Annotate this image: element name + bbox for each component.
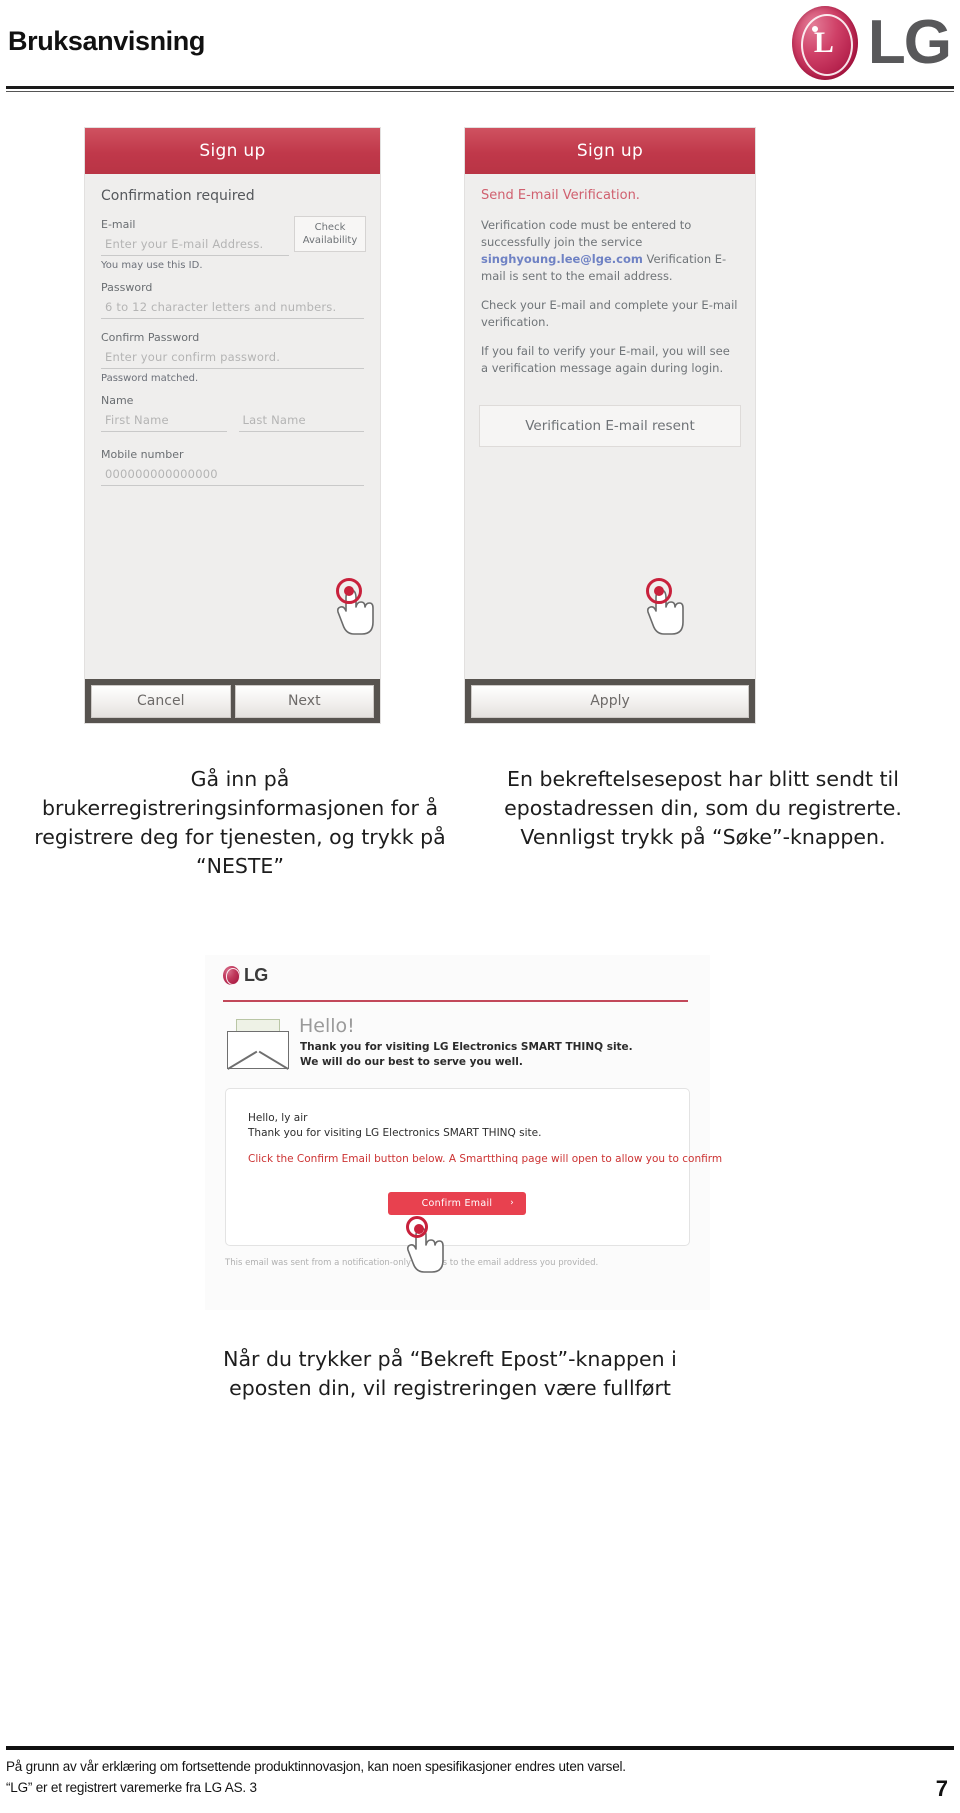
email-lg-logo: LG	[223, 965, 268, 986]
verification-title-bar: Sign up	[465, 128, 755, 174]
email-lg-wordmark: LG	[244, 965, 268, 985]
confirm-password-label: Confirm Password	[101, 331, 200, 344]
verification-screenshot: Sign up Send E-mail Verification. Verifi…	[465, 128, 755, 723]
lg-logo: L LG	[791, 6, 952, 80]
lg-emblem-icon: L	[791, 6, 858, 80]
verification-p1-part1: Verification code must be entered to suc…	[481, 218, 692, 249]
last-name-input[interactable]: Last Name	[238, 410, 364, 432]
verification-resent-button[interactable]: Verification E-mail resent	[479, 405, 741, 447]
password-match-hint: Password matched.	[101, 373, 199, 384]
caption-right: En bekreftelsesepost har blitt sendt til…	[504, 767, 902, 849]
email-footnote: This email was sent from a notification-…	[225, 1258, 599, 1268]
signup-form-body: Confirmation required Check Availability…	[85, 174, 380, 492]
verification-heading: Send E-mail Verification.	[481, 188, 640, 203]
name-row: First Name Last Name	[101, 410, 364, 432]
cancel-button[interactable]: Cancel	[91, 684, 231, 718]
first-name-input[interactable]: First Name	[101, 410, 227, 432]
verification-button-bar: Apply	[465, 679, 755, 723]
caption-bottom: Når du trykker på “Bekreft Epost”-knappe…	[223, 1347, 677, 1400]
chevron-right-icon: ›	[510, 1198, 514, 1208]
email-hero-line-2: We will do our best to serve you well.	[300, 1056, 523, 1068]
email-body-line-1: Hello, ly air	[248, 1112, 308, 1124]
confirm-email-label: Confirm Email	[421, 1198, 493, 1209]
mobile-number-label: Mobile number	[101, 448, 184, 461]
email-header-divider	[223, 1000, 688, 1002]
email-hint: You may use this ID.	[101, 260, 203, 271]
page-header: Bruksanvisning L LG	[0, 0, 960, 92]
check-availability-line2: Availability	[302, 235, 358, 246]
name-label: Name	[101, 394, 134, 407]
check-availability-line1: Check	[314, 222, 346, 233]
header-divider	[6, 86, 954, 89]
verification-paragraph-2: Check your E-mail and complete your E-ma…	[481, 298, 738, 329]
verification-body: Send E-mail Verification. Verification c…	[465, 174, 755, 395]
email-input[interactable]: Enter your E-mail Address.	[101, 234, 289, 256]
confirm-password-input[interactable]: Enter your confirm password.	[101, 347, 364, 369]
email-hero-hello: Hello!	[299, 1015, 355, 1037]
check-availability-button[interactable]: Check Availability	[294, 216, 366, 252]
next-button[interactable]: Next	[234, 684, 374, 718]
header-divider-thin	[6, 91, 954, 92]
confirm-email-button[interactable]: Confirm Email ›	[388, 1192, 526, 1215]
email-hero-line-1: Thank you for visiting LG Electronics SM…	[300, 1041, 633, 1053]
password-input[interactable]: 6 to 12 character letters and numbers.	[101, 297, 364, 319]
signup-form-screenshot: Sign up Confirmation required Check Avai…	[85, 128, 380, 723]
email-body-card: Hello, ly air Thank you for visiting LG …	[225, 1088, 722, 1246]
verification-email-address: singhyoung.lee@lge.com	[481, 252, 643, 266]
footer-divider	[6, 1746, 954, 1750]
signup-button-bar: Cancel Next	[85, 679, 380, 723]
apply-button[interactable]: Apply	[471, 684, 749, 718]
email-screenshot: LG ◐ Hello! Thank you for visiting LG El…	[205, 955, 722, 1310]
lg-wordmark: LG	[867, 8, 952, 77]
form-spacer	[101, 432, 364, 448]
footer-text: På grunn av vår erklæring om fortsettend…	[6, 1756, 626, 1798]
email-body-line-3: Click the Confirm Email button below. A …	[248, 1153, 723, 1165]
email-body-line-2: Thank you for visiting LG Electronics SM…	[248, 1127, 542, 1139]
signup-title-bar: Sign up	[85, 128, 380, 174]
caption-left: Gå inn på brukerregistreringsinformasjon…	[34, 767, 446, 878]
verification-paragraph-1: Verification code must be entered to suc…	[481, 217, 739, 285]
password-label: Password	[101, 281, 153, 294]
verification-paragraph-3: If you fail to verify your E-mail, you w…	[481, 344, 730, 375]
envelope-icon: ◐	[227, 1019, 289, 1069]
page-number: 7	[935, 1776, 948, 1801]
lg-face-glyph: L	[813, 26, 834, 59]
mobile-number-input[interactable]: 000000000000000	[101, 464, 364, 486]
lg-emblem-icon	[223, 966, 240, 985]
footer-line-1: På grunn av vår erklæring om fortsettend…	[6, 1759, 626, 1774]
email-hero-block: ◐ Hello! Thank you for visiting LG Elect…	[227, 1015, 687, 1077]
confirmation-required-heading: Confirmation required	[101, 188, 255, 204]
page-title: Bruksanvisning	[8, 26, 205, 56]
footer-line-2: “LG” er et registrert varemerke fra LG A…	[6, 1780, 257, 1795]
